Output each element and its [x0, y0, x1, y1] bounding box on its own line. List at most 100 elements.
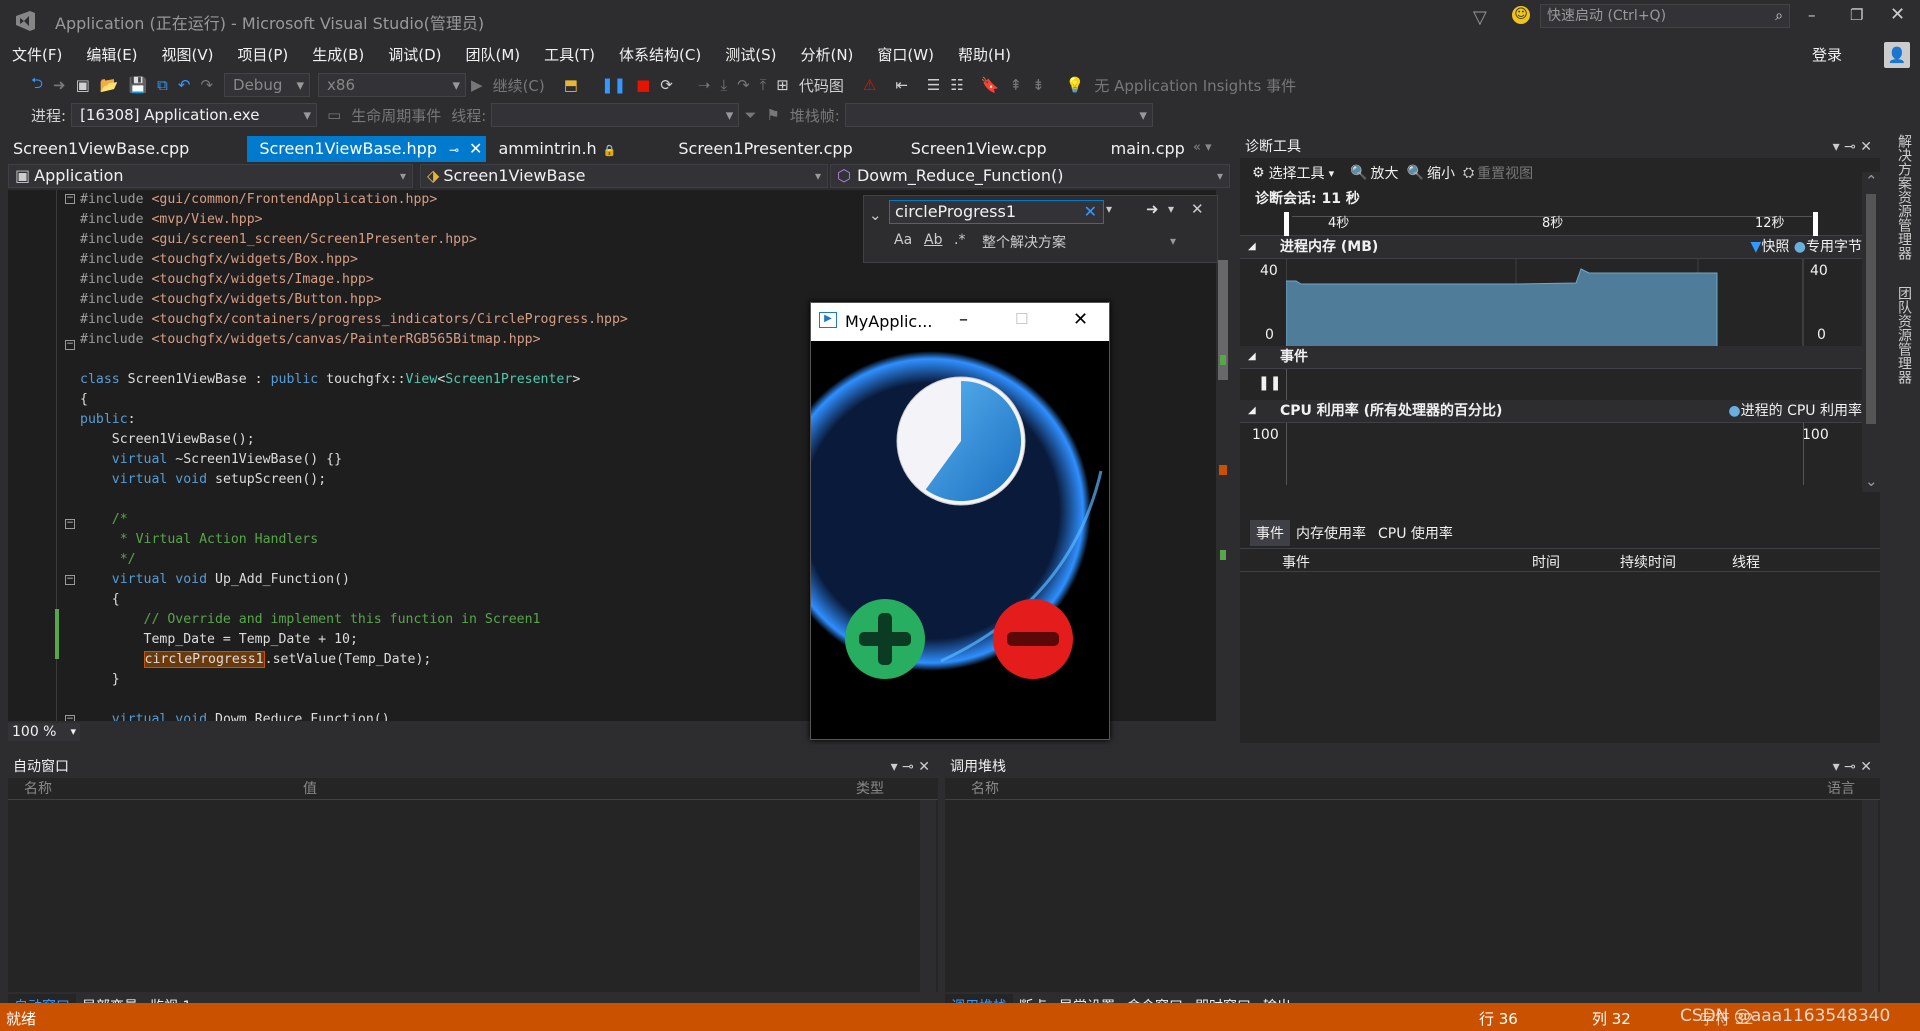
tab-screen1viewbase-cpp[interactable]: Screen1ViewBase.cpp: [0, 136, 201, 162]
minimize-button[interactable]: –: [1808, 6, 1816, 24]
quick-launch-input[interactable]: 快速启动 (Ctrl+Q) ⌕: [1540, 4, 1790, 28]
tab-overflow-icon[interactable]: « ▾: [1193, 140, 1212, 155]
filter-icon[interactable]: ▽: [1473, 7, 1487, 28]
menu-build[interactable]: 生成(B): [300, 40, 376, 70]
step-out-icon[interactable]: ⤒: [760, 76, 767, 94]
continue-play-icon[interactable]: ▶: [471, 76, 483, 94]
comment-icon[interactable]: ☰: [927, 76, 940, 94]
reduce-button[interactable]: [993, 599, 1073, 679]
process-select[interactable]: [16308] Application.exe: [71, 103, 318, 127]
menu-help[interactable]: 帮助(H): [946, 40, 1023, 70]
search-scope-select[interactable]: 整个解决方案: [982, 232, 1066, 252]
running-app-window[interactable]: ▶ MyApplic... – ☐ ✕: [771, 302, 1110, 740]
zoom-in-button[interactable]: 放大: [1371, 163, 1399, 183]
scope-dropdown-icon[interactable]: ▾: [1170, 234, 1176, 248]
search-history-icon[interactable]: ▾: [1106, 202, 1112, 216]
tab-ammintrin-h[interactable]: ammintrin.h 🔒: [486, 136, 628, 162]
cpu-chart[interactable]: 100 100: [1240, 422, 1880, 485]
tab-events[interactable]: 事件: [1250, 520, 1290, 546]
reset-view-button[interactable]: 重置视图: [1477, 163, 1533, 183]
attach-icon[interactable]: ⬒: [564, 76, 578, 94]
panel-controls-icon[interactable]: ▾ ⊸ ✕: [891, 756, 930, 778]
pause-icon[interactable]: ❚❚: [601, 76, 626, 94]
thread-select[interactable]: [491, 103, 740, 127]
config-select[interactable]: Debug: [224, 73, 311, 97]
add-button[interactable]: [845, 599, 925, 679]
vertical-scrollbar[interactable]: [1216, 190, 1230, 721]
tab-screen1presenter-cpp[interactable]: Screen1Presenter.cpp: [666, 136, 864, 162]
insights-icon[interactable]: 💡: [1066, 76, 1085, 94]
match-word-toggle[interactable]: Ab: [924, 232, 942, 248]
tab-screen1viewbase-hpp[interactable]: Screen1ViewBase.hpp ⊸ ✕: [247, 136, 487, 162]
forward-icon[interactable]: ➜: [53, 76, 66, 94]
cpu-section-header[interactable]: ◢ CPU 利用率 (所有处理器的百分比) ●进程的 CPU 利用率: [1240, 400, 1880, 422]
tab-screen1view-cpp[interactable]: Screen1View.cpp: [899, 136, 1059, 162]
timeline-end-handle[interactable]: [1813, 212, 1818, 236]
col-type[interactable]: 类型: [856, 778, 884, 800]
team-explorer-tab[interactable]: 团队资源管理器: [1894, 286, 1914, 384]
find-input[interactable]: circleProgress1 ✕: [889, 200, 1104, 224]
project-select[interactable]: ▣ Application: [8, 164, 413, 188]
match-case-toggle[interactable]: Aa: [894, 232, 912, 248]
timeline-start-handle[interactable]: [1284, 212, 1289, 236]
events-section-header[interactable]: ◢ 事件: [1240, 346, 1880, 368]
col-language[interactable]: 语言: [1827, 778, 1855, 800]
format-icon[interactable]: ⇤: [895, 76, 908, 94]
restore-button[interactable]: ❐: [1850, 6, 1863, 24]
col-name[interactable]: 名称: [24, 778, 52, 800]
continue-button[interactable]: 继续(C): [493, 75, 545, 96]
fold-toggle[interactable]: −: [65, 194, 75, 204]
zoom-out-button[interactable]: 缩小: [1427, 163, 1455, 183]
step-over-icon[interactable]: ↷: [737, 76, 750, 94]
timeline-ruler[interactable]: 4秒 8秒 12秒: [1240, 210, 1880, 236]
filter-thread-icon[interactable]: ⏷: [744, 106, 756, 124]
tab-memory-usage[interactable]: 内存使用率: [1290, 520, 1372, 546]
expand-replace-icon[interactable]: ⌄: [869, 206, 882, 224]
col-event[interactable]: 事件: [1282, 552, 1310, 572]
prev-bookmark-icon[interactable]: ⇞: [1010, 76, 1023, 94]
pin-icon[interactable]: ⊸: [449, 143, 459, 157]
app-maximize-button[interactable]: ☐: [1015, 310, 1028, 328]
account-avatar-icon[interactable]: 👤: [1884, 42, 1910, 68]
menu-analyze[interactable]: 分析(N): [788, 40, 865, 70]
open-file-icon[interactable]: 📂: [100, 76, 119, 94]
undo-icon[interactable]: ↶: [178, 76, 191, 94]
menu-file[interactable]: 文件(F): [0, 40, 74, 70]
menu-debug[interactable]: 调试(D): [376, 40, 453, 70]
menu-edit[interactable]: 编辑(E): [74, 40, 149, 70]
insights-events[interactable]: 无 Application Insights 事件: [1094, 75, 1296, 96]
menu-team[interactable]: 团队(M): [454, 40, 533, 70]
exception-icon[interactable]: ⚠: [863, 76, 876, 94]
autos-scrollbar[interactable]: [920, 800, 936, 992]
show-next-statement-icon[interactable]: ➝: [698, 76, 711, 94]
bookmark-icon[interactable]: 🔖: [981, 76, 1000, 94]
panel-controls-icon[interactable]: ▾ ⊸ ✕: [1833, 756, 1872, 778]
events-track[interactable]: ❚❚: [1240, 368, 1880, 401]
col-name[interactable]: 名称: [971, 778, 999, 800]
app-minimize-button[interactable]: –: [959, 309, 968, 330]
find-options-icon[interactable]: ▾: [1168, 202, 1174, 216]
restart-icon[interactable]: ⟳: [660, 76, 673, 94]
scrollbar-thumb[interactable]: [1866, 194, 1876, 424]
menu-view[interactable]: 视图(V): [150, 40, 226, 70]
save-all-icon[interactable]: ⧉: [157, 76, 168, 94]
tab-main-cpp[interactable]: main.cpp: [1099, 136, 1197, 162]
stop-icon[interactable]: ■: [636, 76, 650, 94]
feedback-smiley-icon[interactable]: ☺: [1512, 6, 1530, 24]
find-next-icon[interactable]: ➜: [1146, 200, 1159, 218]
next-bookmark-icon[interactable]: ⇟: [1032, 76, 1045, 94]
col-time[interactable]: 时间: [1532, 552, 1560, 572]
tab-cpu-usage[interactable]: CPU 使用率: [1372, 520, 1459, 546]
login-link[interactable]: 登录: [1812, 44, 1842, 65]
callstack-scrollbar[interactable]: [1862, 800, 1878, 992]
regex-toggle-icon[interactable]: .*: [954, 232, 965, 248]
clear-search-icon[interactable]: ✕: [1084, 201, 1097, 223]
lifecycle-events[interactable]: 生命周期事件: [351, 105, 441, 126]
code-map-button[interactable]: 代码图: [799, 75, 844, 96]
member-select[interactable]: ⬡ Dowm_Reduce_Function(): [830, 164, 1230, 188]
menu-tools[interactable]: 工具(T): [532, 40, 607, 70]
panel-controls-icon[interactable]: ▾ ⊸ ✕: [1833, 136, 1872, 158]
platform-select[interactable]: x86: [318, 73, 467, 97]
close-find-icon[interactable]: ✕: [1191, 200, 1204, 218]
menu-project[interactable]: 项目(P): [226, 40, 301, 70]
